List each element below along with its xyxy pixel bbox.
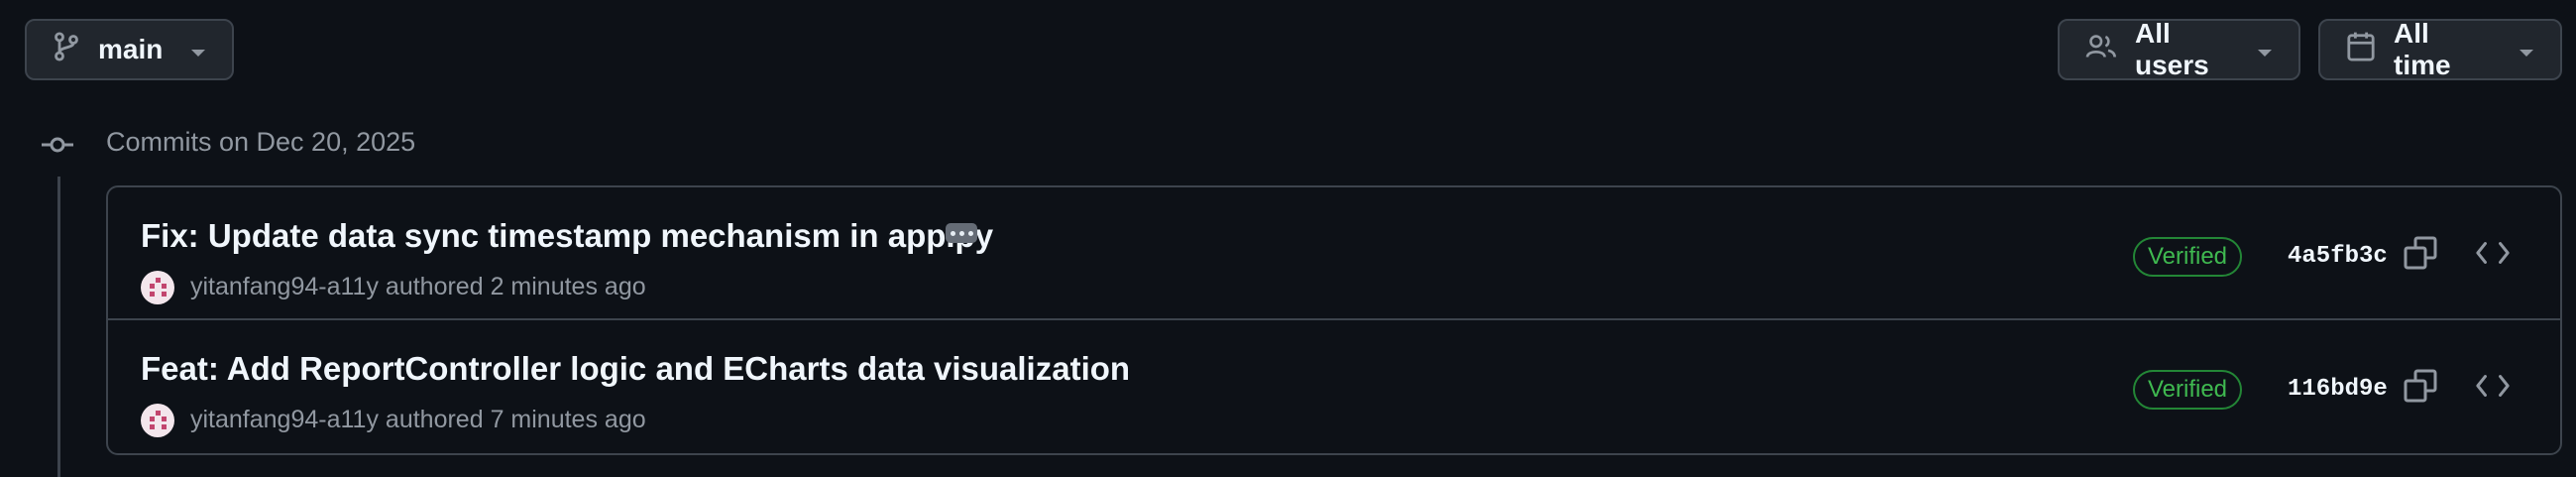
branch-label: main [98, 34, 164, 64]
copy-sha-button[interactable] [2397, 364, 2444, 412]
git-commit-icon [40, 129, 75, 166]
calendar-icon [2346, 31, 2376, 69]
commit-title-link[interactable]: Fix: Update data sync timestamp mechanis… [141, 217, 993, 255]
commit-row: Feat: Add ReportController logic and ECh… [108, 320, 2560, 453]
chevron-down-icon [2519, 34, 2534, 65]
time-filter-button[interactable]: All time [2318, 18, 2562, 80]
relative-time: 2 minutes ago [490, 273, 646, 300]
git-branch-icon [53, 31, 80, 69]
author-action: authored [385, 273, 484, 300]
author-link[interactable]: yitanfang94-a11y [190, 406, 379, 433]
ellipsis-dot [958, 230, 964, 236]
copy-icon [2404, 369, 2437, 408]
avatar[interactable] [141, 404, 174, 437]
commit-sha-link[interactable]: 116bd9e [2288, 376, 2388, 403]
commits-page: main All users All time Commits on Dec 2… [0, 0, 2576, 477]
verified-badge[interactable]: Verified [2133, 370, 2242, 410]
people-icon [2085, 33, 2117, 67]
author-action: authored [385, 406, 484, 433]
code-icon [2476, 241, 2510, 270]
ellipsis-dot [967, 230, 973, 236]
commit-meta: yitanfang94-a11y authored 2 minutes ago [190, 273, 646, 301]
expand-message-button[interactable] [946, 223, 977, 243]
commit-meta: yitanfang94-a11y authored 7 minutes ago [190, 406, 646, 434]
copy-sha-button[interactable] [2397, 231, 2444, 279]
avatar[interactable] [141, 271, 174, 304]
ellipsis-dot [950, 230, 955, 236]
users-filter-button[interactable]: All users [2058, 18, 2300, 80]
browse-repo-button[interactable] [2469, 231, 2517, 279]
browse-repo-button[interactable] [2469, 364, 2517, 412]
branch-selector-button[interactable]: main [25, 19, 234, 80]
chevron-down-icon [190, 34, 206, 65]
users-filter-label: All users [2135, 18, 2209, 80]
code-icon [2476, 374, 2510, 403]
commit-group-heading: Commits on Dec 20, 2025 [106, 127, 416, 157]
commit-title-link[interactable]: Feat: Add ReportController logic and ECh… [141, 350, 1130, 388]
copy-icon [2404, 236, 2437, 275]
commit-sha-link[interactable]: 4a5fb3c [2288, 243, 2388, 270]
relative-time: 7 minutes ago [490, 406, 646, 433]
commit-row: Fix: Update data sync timestamp mechanis… [108, 187, 2560, 320]
timeline-line [57, 177, 60, 477]
time-filter-label: All time [2394, 18, 2451, 80]
verified-badge[interactable]: Verified [2133, 237, 2242, 277]
chevron-down-icon [2257, 34, 2273, 65]
commit-list: Fix: Update data sync timestamp mechanis… [106, 185, 2562, 455]
author-link[interactable]: yitanfang94-a11y [190, 273, 379, 300]
